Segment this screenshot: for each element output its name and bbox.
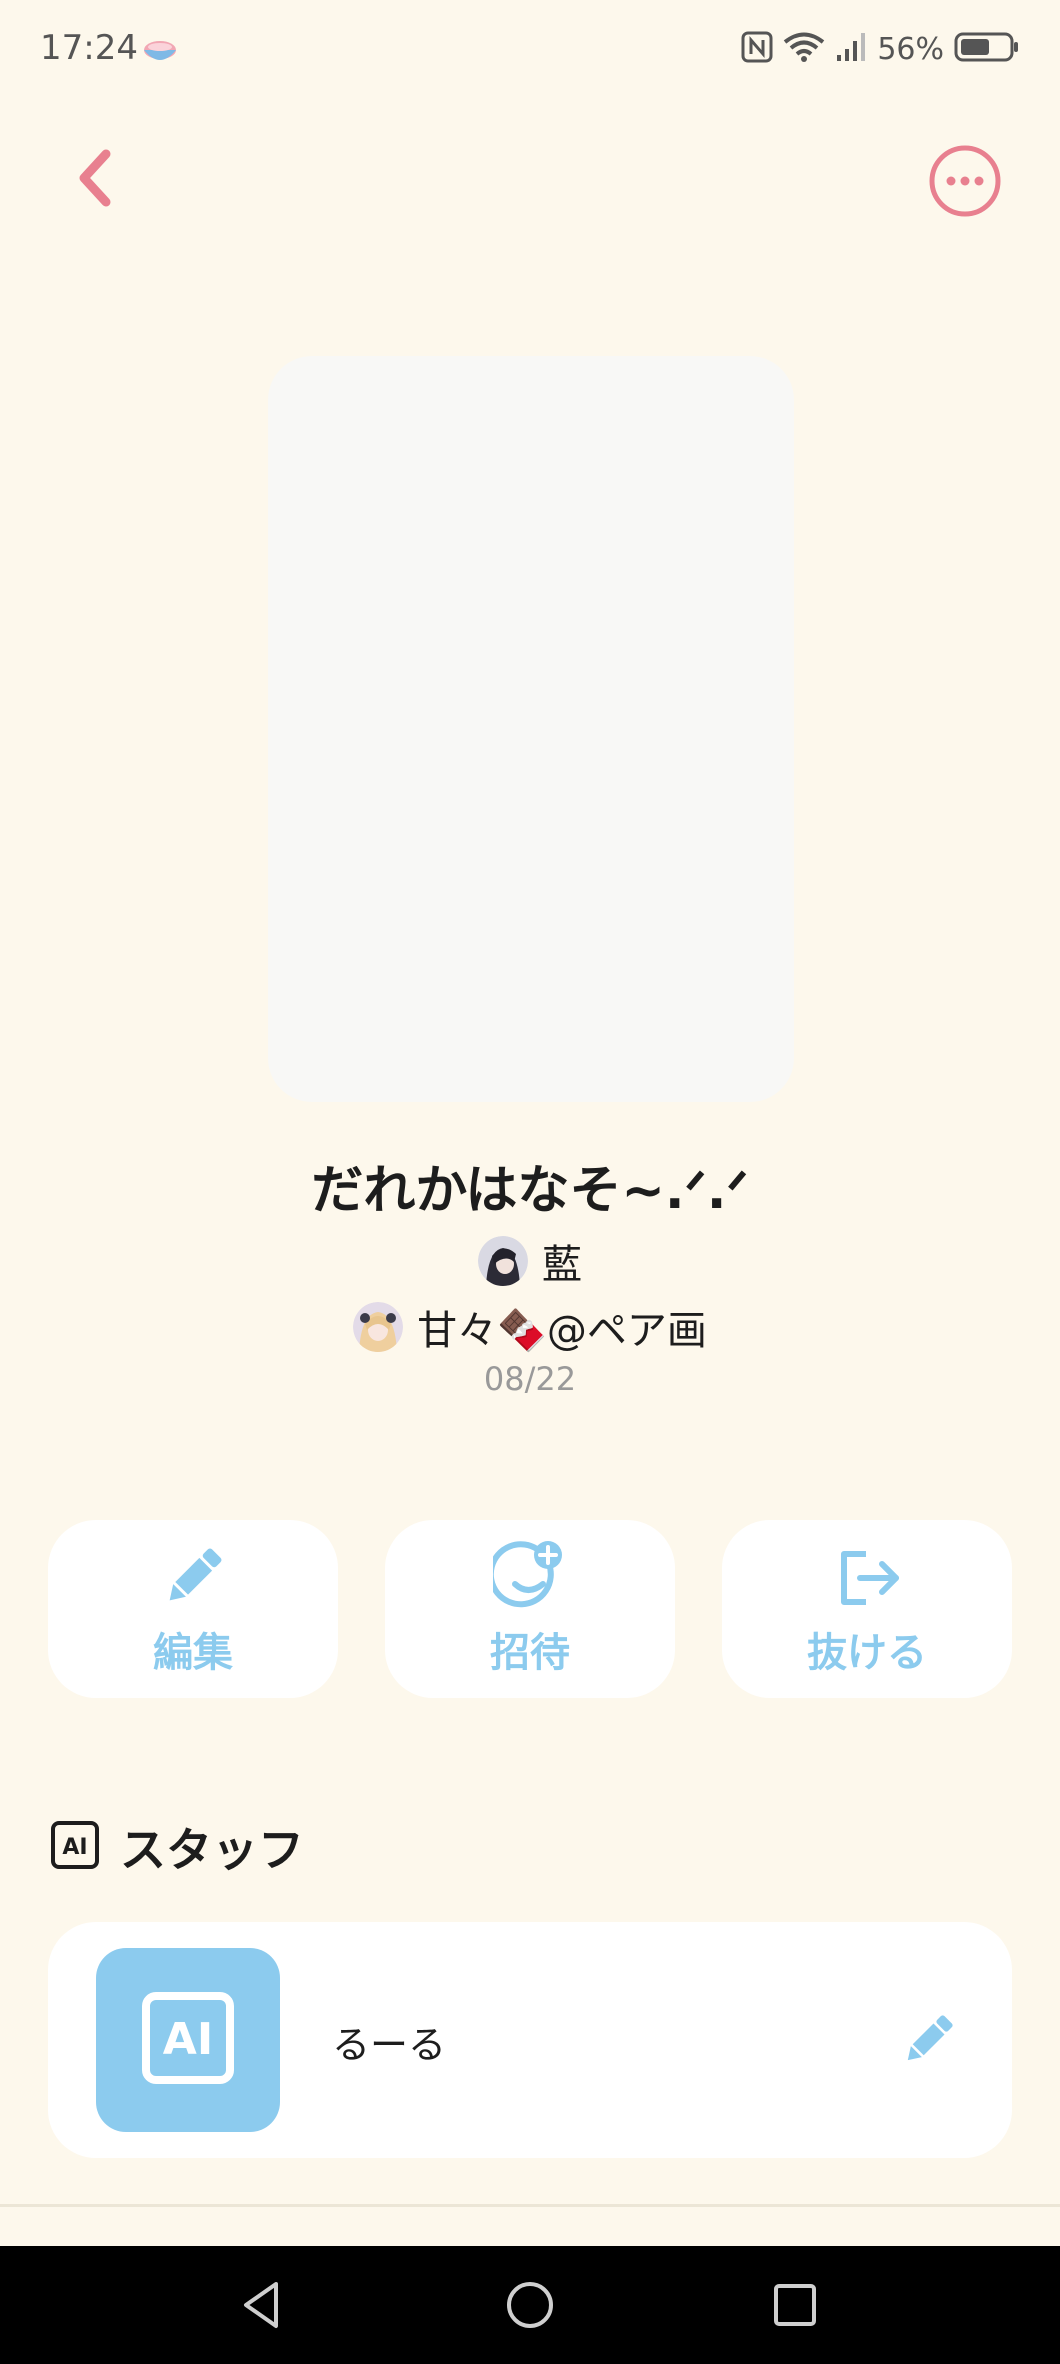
status-time: 17:24 (40, 28, 138, 68)
leave-button[interactable]: 抜ける (722, 1520, 1012, 1698)
battery-percent: 56% (877, 31, 944, 67)
avatar[interactable] (478, 1236, 528, 1286)
nfc-icon (741, 31, 773, 67)
teacup-icon (140, 36, 180, 68)
more-options-button[interactable] (928, 144, 1002, 218)
wifi-icon (783, 31, 825, 67)
status-icons: 56% (741, 26, 1020, 72)
invite-button[interactable]: 招待 (385, 1520, 675, 1698)
section-title: スタッフ (120, 1823, 304, 1877)
status-bar: 17:24 56% (0, 0, 1060, 100)
pencil-icon (156, 1540, 230, 1614)
member-name: 藍 (542, 1242, 582, 1288)
member-row: 甘々🍫@ペア画 (0, 1298, 1060, 1356)
room-cover-image (268, 356, 794, 1102)
room-date: 08/22 (483, 1360, 577, 1398)
action-label: 編集 (153, 1630, 233, 1676)
chevron-left-icon (70, 146, 120, 214)
nav-back-icon[interactable] (232, 2274, 294, 2336)
divider (0, 2204, 1060, 2207)
ai-icon: AI (140, 1990, 236, 2090)
nav-home-icon[interactable] (499, 2274, 561, 2336)
exit-icon (830, 1540, 904, 1614)
member-row: 藍 (0, 1232, 1060, 1290)
more-horizontal-icon (928, 145, 1002, 222)
pencil-icon[interactable] (896, 2008, 960, 2072)
svg-text:AI: AI (62, 1835, 87, 1860)
member-name: 甘々🍫@ペア画 (417, 1308, 707, 1354)
nav-recents-icon[interactable] (764, 2274, 826, 2336)
ai-avatar: AI (96, 1948, 280, 2132)
edit-button[interactable]: 編集 (48, 1520, 338, 1698)
ai-icon: AI (50, 1820, 100, 1874)
action-label: 抜ける (807, 1630, 927, 1676)
system-nav-bar (0, 2246, 1060, 2364)
action-label: 招待 (490, 1630, 570, 1676)
staff-list-item[interactable]: AI るーる (48, 1922, 1012, 2158)
svg-text:AI: AI (163, 2014, 213, 2065)
staff-section-header: AI スタッフ (50, 1814, 304, 1880)
signal-icon (835, 31, 867, 67)
back-button[interactable] (60, 140, 130, 220)
add-friend-icon (487, 1540, 567, 1614)
avatar[interactable] (353, 1302, 404, 1352)
staff-name: るーる (332, 2023, 447, 2067)
battery-icon (954, 31, 1020, 67)
room-title: だれかはなそ~.ᐟ.ᐟ (311, 1161, 749, 1221)
